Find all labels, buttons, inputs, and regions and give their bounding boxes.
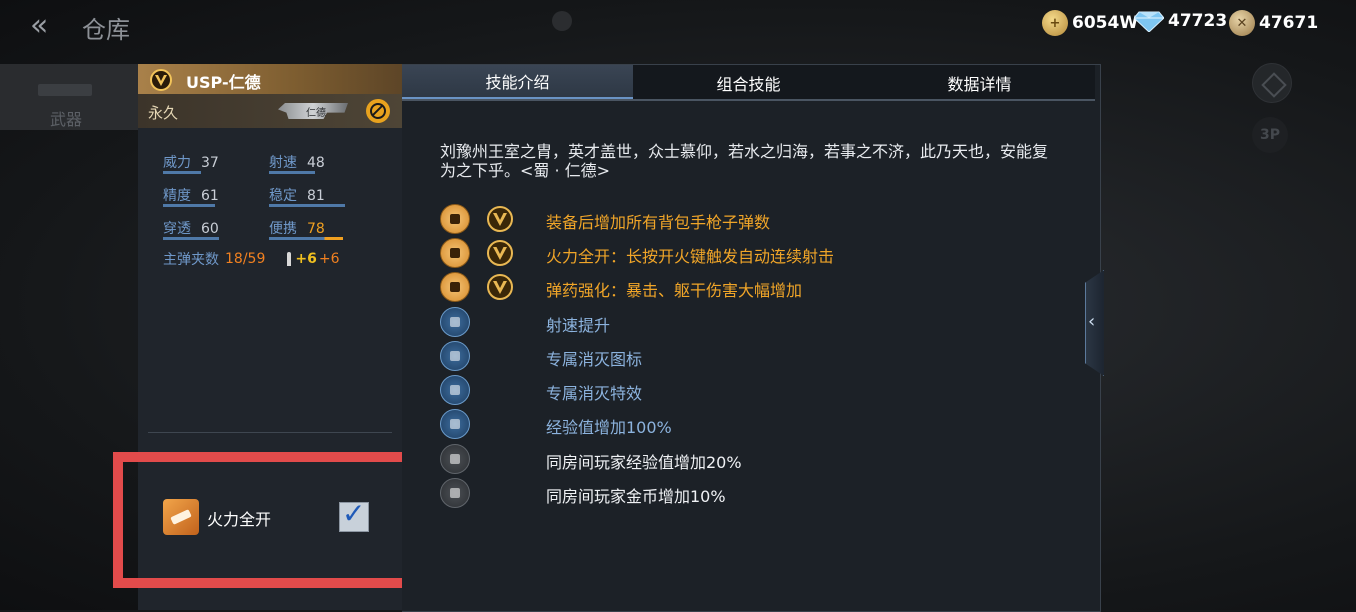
top-bar: « 仓库 + 6054W 47723 ✕ 47671 <box>0 0 1356 52</box>
stat-accuracy: 精度 61 <box>163 185 219 205</box>
bullet-icon <box>287 252 292 266</box>
stat-value: 81 <box>307 188 325 204</box>
ammo-total: 59 <box>247 251 266 267</box>
stat-bar <box>163 204 215 207</box>
skill-text: 专属消灭特效 <box>546 384 643 403</box>
forbid-icon[interactable] <box>366 99 390 123</box>
stat-value: 78 <box>307 221 325 237</box>
camera-view-icon[interactable] <box>1252 63 1292 103</box>
stat-label: 穿透 <box>163 221 191 237</box>
v-rank-icon <box>487 240 513 266</box>
ammo-icon <box>440 272 470 302</box>
skill-detail-panel: 技能介绍 组合技能 数据详情 刘豫州王室之胄，英才盖世，众士慕仰，若水之归海，若… <box>402 64 1101 612</box>
weapon-thumb-label: 仁德 <box>306 108 326 119</box>
ammo-bonus-extra: +6 <box>318 251 340 267</box>
v-rank-icon <box>487 206 513 232</box>
diamond-icon <box>1134 11 1164 32</box>
tab-underline <box>402 99 1095 101</box>
stat-bar <box>163 171 201 174</box>
stat-value: 61 <box>201 188 219 204</box>
back-button[interactable]: « <box>30 7 66 43</box>
weapon-header: USP-仁德 <box>138 64 402 94</box>
gold-currency[interactable]: + 6054W <box>1042 10 1138 36</box>
stat-value: 48 <box>307 155 325 171</box>
v-rank-icon <box>487 274 513 300</box>
stat-bar <box>163 237 219 240</box>
skill-text: 经验值增加100% <box>546 418 672 437</box>
stat-label: 便携 <box>269 221 297 237</box>
tab-combo-skills[interactable]: 组合技能 <box>633 65 864 100</box>
stat-stability: 稳定 81 <box>269 185 325 205</box>
bullet-speed-icon <box>440 307 470 337</box>
room-exp-icon <box>440 444 470 474</box>
skill-text: 射速提升 <box>546 316 611 335</box>
stat-bar <box>269 171 315 174</box>
medal-amount: 47671 <box>1259 13 1319 33</box>
medal-icon: ✕ <box>1229 10 1255 36</box>
weapon-description: 刘豫州王室之胄，英才盖世，众士慕仰，若水之归海，若事之不济，此乃天也，安能复为之… <box>440 142 1049 180</box>
stat-label: 射速 <box>269 155 297 171</box>
sidebar-item-label: 武器 <box>50 110 83 129</box>
stat-penetration: 穿透 60 <box>163 218 219 238</box>
v-rank-icon <box>150 69 172 91</box>
exp-icon <box>440 409 470 439</box>
medal-currency[interactable]: ✕ 47671 <box>1229 10 1318 36</box>
stat-bar <box>269 204 345 207</box>
fire-icon <box>440 238 470 268</box>
collapse-panel-handle[interactable]: ‹ <box>1085 270 1104 376</box>
skill-text: 同房间玩家经验值增加20% <box>546 453 742 472</box>
diamond-amount: 47723 <box>1168 11 1228 31</box>
stat-bar <box>269 237 343 240</box>
kill-mark-icon <box>440 341 470 371</box>
divider <box>148 432 392 433</box>
gold-amount: 6054W <box>1072 13 1139 33</box>
ammo-current: 18 <box>225 251 243 267</box>
stat-value: 60 <box>201 221 219 237</box>
stat-fire-rate: 射速 48 <box>269 152 325 172</box>
skill-text: 同房间玩家金币增加10% <box>546 487 726 506</box>
stat-portability: 便携 78 <box>269 218 325 238</box>
tab-skill-intro[interactable]: 技能介绍 <box>402 65 633 100</box>
stat-label: 稳定 <box>269 188 297 204</box>
stat-label: 威力 <box>163 155 191 171</box>
pistol-icon <box>440 204 470 234</box>
ammo-bonus: +6 <box>295 251 317 267</box>
skill-text: 装备后增加所有背包手枪子弹数 <box>546 213 771 232</box>
kill-effect-icon <box>440 375 470 405</box>
skill-text: 火力全开：长按开火键触发自动连续射击 <box>546 247 835 266</box>
diamond-currency[interactable]: 47723 <box>1134 10 1227 32</box>
weapon-name: USP-仁德 <box>186 73 261 92</box>
ammo-label: 主弹夹数 <box>163 252 219 268</box>
gold-coin-icon: + <box>1042 10 1068 36</box>
chevron-left-icon: ‹ <box>1088 311 1096 332</box>
weapon-duration: 永久 <box>148 104 179 122</box>
stat-power: 威力 37 <box>163 152 219 172</box>
indicator-dot <box>552 11 572 31</box>
rifle-icon <box>38 84 92 96</box>
ammo-row: 主弹夹数 18 / 59 +6 +6 <box>163 249 340 269</box>
stat-value: 37 <box>201 155 219 171</box>
skill-text: 专属消灭图标 <box>546 350 643 369</box>
view-mode-button[interactable]: 3P <box>1252 117 1288 153</box>
stat-label: 精度 <box>163 188 191 204</box>
tab-bar: 技能介绍 组合技能 数据详情 <box>402 65 1095 100</box>
skill-text: 弹药强化：暴击、躯干伤害大幅增加 <box>546 281 803 300</box>
weapon-subheader: 永久 仁德 <box>138 94 402 128</box>
page-title: 仓库 <box>82 16 130 44</box>
back-arrow-icon: « <box>30 7 49 43</box>
room-gold-icon <box>440 478 470 508</box>
tab-data-details[interactable]: 数据详情 <box>864 65 1095 100</box>
